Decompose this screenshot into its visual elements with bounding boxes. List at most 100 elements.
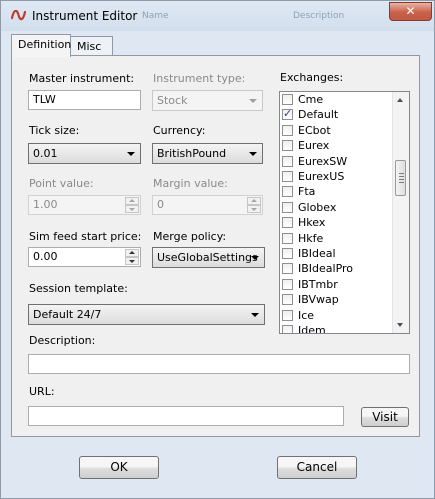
cancel-button-label: Cancel: [296, 460, 338, 474]
spin-down-icon[interactable]: [125, 257, 139, 265]
currency-select[interactable]: BritishPound: [152, 143, 263, 164]
exchange-checkbox[interactable]: [282, 140, 293, 152]
scroll-up-icon[interactable]: [397, 98, 403, 102]
spin-up-icon[interactable]: [125, 249, 139, 257]
exchange-checkbox[interactable]: [282, 248, 293, 259]
exchange-name: EurexSW: [298, 154, 348, 168]
margin-value-field: 0: [152, 195, 263, 215]
instrument-type-label: Instrument type:: [153, 72, 246, 85]
point-value-label: Point value:: [29, 177, 94, 190]
description-field[interactable]: [28, 354, 410, 374]
exchange-checkbox[interactable]: [282, 278, 293, 290]
exchange-name: Cme: [298, 93, 324, 106]
exchange-item[interactable]: Eurex: [282, 139, 394, 154]
exchanges-list[interactable]: Cme DefaultECbot EurexEurexSW EurexUS FtaGlo…: [279, 91, 410, 334]
instrument-type-select: Stock: [152, 90, 263, 111]
session-template-value: Default 24/7: [33, 308, 102, 321]
exchange-item[interactable]: EurexSW: [282, 155, 394, 170]
session-template-select[interactable]: Default 24/7: [28, 304, 265, 325]
exchange-item[interactable]: Globex: [282, 201, 394, 216]
background-column-name: Name: [142, 11, 169, 21]
chevron-down-icon: [127, 152, 135, 156]
exchange-item[interactable]: Idem: [282, 324, 394, 333]
currency-value: BritishPound: [157, 147, 227, 160]
title-bar[interactable]: Instrument Editor Name Description ✕: [1, 1, 434, 31]
url-field[interactable]: [28, 406, 344, 426]
ok-button-label: OK: [110, 460, 128, 474]
margin-value-label: Margin value:: [153, 177, 228, 190]
window-title: Instrument Editor: [32, 9, 138, 23]
merge-policy-select[interactable]: UseGlobalSettings: [152, 247, 265, 268]
exchange-name: Hkex: [298, 216, 326, 230]
exchange-item[interactable]: IBIdealPro: [282, 262, 394, 277]
master-instrument-field[interactable]: TLW: [28, 90, 141, 110]
exchanges-scrollbar[interactable]: [392, 92, 409, 333]
exchange-checkbox[interactable]: [282, 171, 293, 182]
exchange-checkbox[interactable]: [282, 232, 293, 244]
visit-button[interactable]: Visit: [361, 407, 409, 427]
scroll-down-icon[interactable]: [397, 323, 403, 327]
merge-policy-label: Merge policy:: [153, 230, 227, 243]
exchange-checkbox[interactable]: [282, 263, 293, 275]
ok-button[interactable]: OK: [79, 456, 159, 479]
exchange-item[interactable]: IBTmbr: [282, 278, 394, 293]
chevron-down-icon: [251, 313, 259, 317]
chevron-down-icon: [251, 256, 259, 260]
exchange-checkbox[interactable]: [282, 186, 293, 198]
exchange-name: Ice: [298, 308, 315, 322]
exchange-item[interactable]: Cme: [282, 93, 394, 108]
description-label: Description:: [29, 334, 96, 347]
tab-strip: Definition Misc: [11, 34, 421, 57]
exchange-name: EurexUS: [298, 170, 345, 183]
sim-feed-start-price-field[interactable]: 0.00: [28, 247, 141, 267]
close-icon: ✕: [405, 4, 416, 18]
chevron-down-icon: [249, 152, 257, 156]
exchange-checkbox[interactable]: [282, 107, 293, 121]
exchange-checkbox[interactable]: [282, 294, 293, 306]
exchange-checkbox[interactable]: [282, 124, 293, 136]
visit-button-label: Visit: [372, 410, 398, 424]
exchange-checkbox[interactable]: [282, 325, 293, 333]
exchanges-label: Exchanges:: [280, 71, 344, 84]
sim-feed-start-price-label: Sim feed start price:: [29, 230, 142, 243]
tab-misc-label: Misc: [77, 40, 102, 53]
exchange-checkbox[interactable]: [282, 155, 293, 167]
spin-down-icon: [247, 205, 261, 213]
scroll-thumb[interactable]: [395, 160, 406, 196]
definition-panel: Master instrument: TLW Instrument type: …: [11, 55, 420, 437]
currency-label: Currency:: [153, 124, 206, 137]
merge-policy-value: UseGlobalSettings: [157, 251, 258, 264]
exchange-item[interactable]: Hkex: [282, 216, 394, 231]
close-button[interactable]: ✕: [389, 2, 432, 21]
exchange-item[interactable]: EurexUS: [282, 170, 394, 185]
background-column-description: Description: [293, 11, 345, 21]
tick-size-select[interactable]: 0.01: [28, 143, 141, 164]
exchange-checkbox[interactable]: [282, 309, 293, 321]
tab-misc[interactable]: Misc: [70, 36, 113, 57]
exchange-checkbox[interactable]: [282, 217, 293, 229]
sim-feed-start-price-value: 0.00: [33, 250, 58, 263]
exchange-checkbox[interactable]: [282, 201, 293, 213]
session-template-label: Session template:: [29, 282, 128, 295]
sim-feed-spinner[interactable]: [125, 249, 139, 265]
exchange-item[interactable]: ECbot: [282, 124, 394, 139]
exchange-name: Default: [298, 108, 339, 122]
exchange-item[interactable]: Fta: [282, 185, 394, 200]
spin-down-icon: [125, 205, 139, 213]
tick-size-label: Tick size:: [29, 124, 80, 137]
exchange-item[interactable]: IBIdeal: [282, 247, 394, 262]
tick-size-value: 0.01: [33, 147, 58, 160]
exchange-item[interactable]: Hkfe: [282, 232, 394, 247]
exchange-name: ECbot: [298, 123, 331, 137]
exchange-item[interactable]: Ice: [282, 309, 394, 324]
exchange-name: Fta: [298, 185, 316, 199]
exchange-name: Globex: [298, 200, 337, 214]
exchange-name: Hkfe: [298, 231, 324, 245]
spin-up-icon: [247, 197, 261, 205]
cancel-button[interactable]: Cancel: [277, 456, 357, 479]
exchange-item[interactable]: IBVwap: [282, 293, 394, 308]
tab-definition[interactable]: Definition: [11, 34, 71, 57]
exchange-name: Eurex: [298, 139, 330, 153]
exchange-checkbox[interactable]: [282, 94, 293, 105]
exchange-item[interactable]: Default: [282, 107, 394, 123]
